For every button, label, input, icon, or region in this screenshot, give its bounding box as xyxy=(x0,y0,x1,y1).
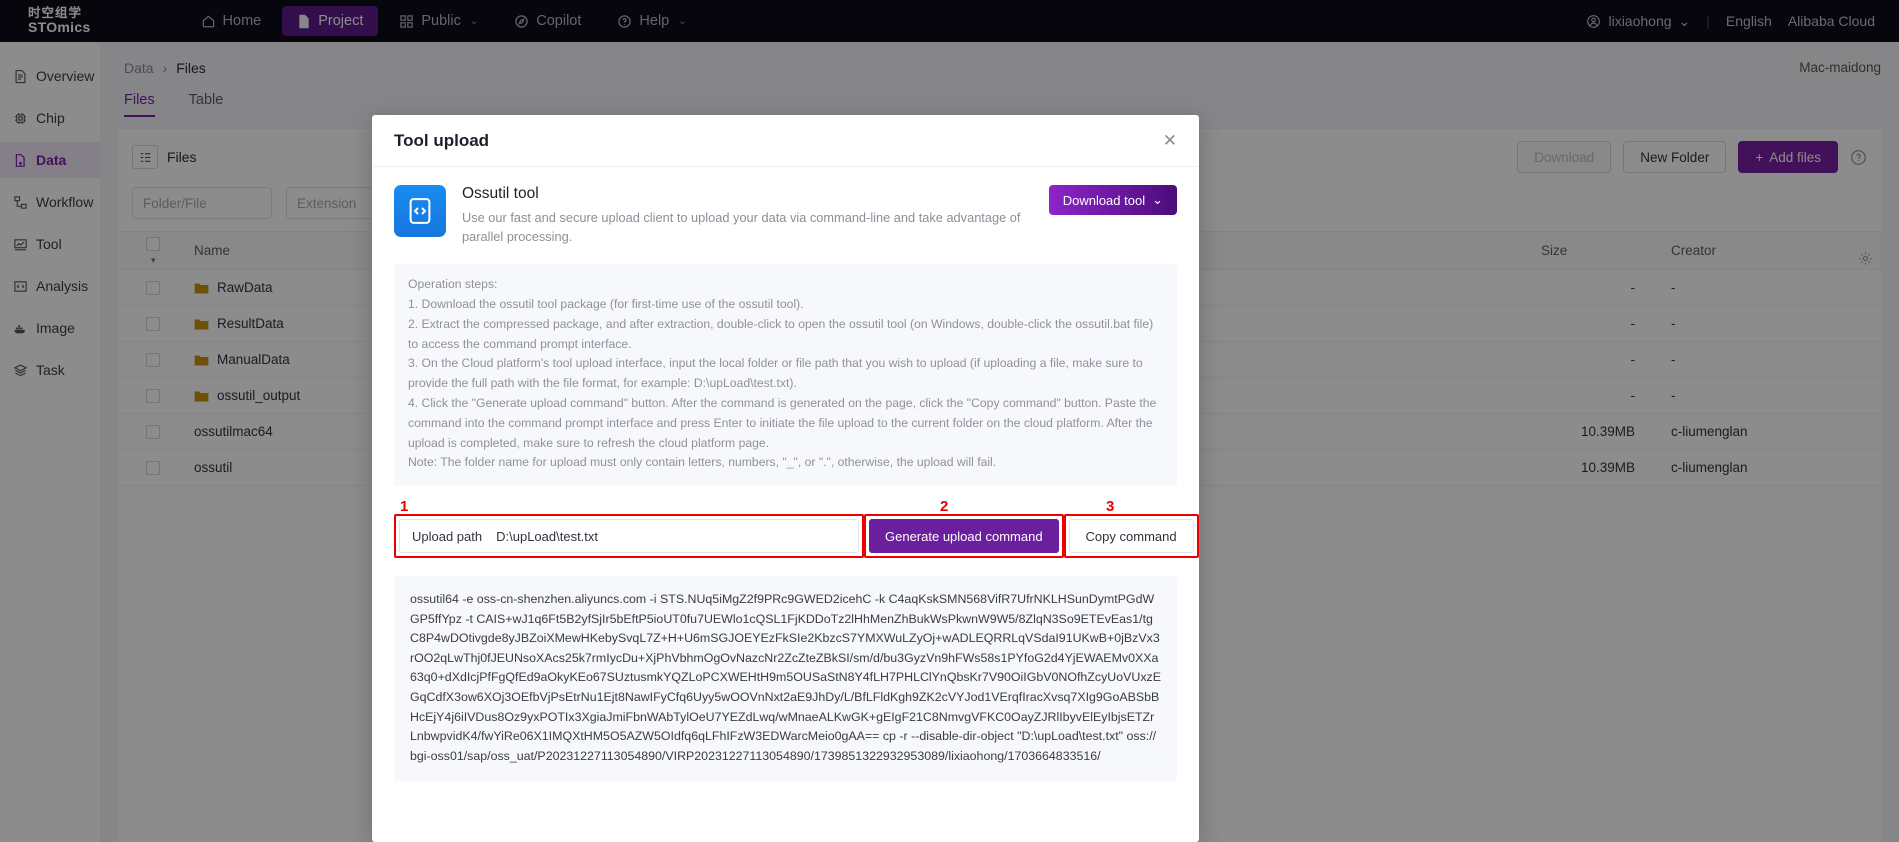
copy-command-button[interactable]: Copy command xyxy=(1068,519,1194,554)
tool-upload-modal: Tool upload ✕ Ossutil tool Use our fast … xyxy=(372,115,1199,842)
upload-path-field[interactable]: Upload path D:\upLoad\test.txt xyxy=(399,519,859,554)
download-tool-button[interactable]: Download tool ⌄ xyxy=(1048,185,1177,215)
download-tool-label: Download tool xyxy=(1062,192,1146,208)
upload-path-input[interactable]: D:\upLoad\test.txt xyxy=(496,529,598,544)
marker-3: 3 xyxy=(1106,498,1115,516)
close-icon[interactable]: ✕ xyxy=(1163,132,1177,149)
steps-note: Note: The folder name for upload must on… xyxy=(408,455,997,470)
steps-heading: Operation steps: xyxy=(408,277,498,292)
upload-path-label: Upload path xyxy=(412,528,483,544)
tool-summary-row: Ossutil tool Use our fast and secure upl… xyxy=(394,185,1177,246)
code-brackets-icon xyxy=(394,185,446,237)
marker-1: 1 xyxy=(400,498,409,516)
upload-path-highlight: Upload path D:\upLoad\test.txt xyxy=(394,514,864,559)
tool-name: Ossutil tool xyxy=(462,185,539,202)
generated-command-text[interactable]: ossutil64 -e oss-cn-shenzhen.aliyuncs.co… xyxy=(394,576,1177,782)
modal-header: Tool upload ✕ xyxy=(372,115,1199,167)
steps-line-1: 1. Download the ossutil tool package (fo… xyxy=(408,297,804,312)
tool-description: Use our fast and secure upload client to… xyxy=(462,210,1021,245)
upload-command-row: Upload path D:\upLoad\test.txt Generate … xyxy=(394,514,1199,559)
step-markers: 1 2 3 xyxy=(394,498,1177,516)
steps-line-3: 3. On the Cloud platform's tool upload i… xyxy=(408,356,1143,391)
chevron-down-icon: ⌄ xyxy=(1152,192,1163,207)
steps-line-2: 2. Extract the compressed package, and a… xyxy=(408,316,1154,351)
marker-2: 2 xyxy=(940,498,949,516)
operation-steps-box: Operation steps: 1. Download the ossutil… xyxy=(394,264,1177,487)
modal-title: Tool upload xyxy=(394,130,490,150)
generate-command-highlight: Generate upload command xyxy=(864,514,1064,559)
generate-upload-command-button[interactable]: Generate upload command xyxy=(869,519,1059,554)
modal-body: Ossutil tool Use our fast and secure upl… xyxy=(372,167,1199,782)
copy-command-highlight: Copy command xyxy=(1063,514,1199,559)
app-root: 时空组学 STOmics Home Project Public ⌄ Copil… xyxy=(0,0,1899,842)
tool-text-block: Ossutil tool Use our fast and secure upl… xyxy=(462,185,1033,246)
steps-line-4: 4. Click the "Generate upload command" b… xyxy=(408,395,1157,450)
